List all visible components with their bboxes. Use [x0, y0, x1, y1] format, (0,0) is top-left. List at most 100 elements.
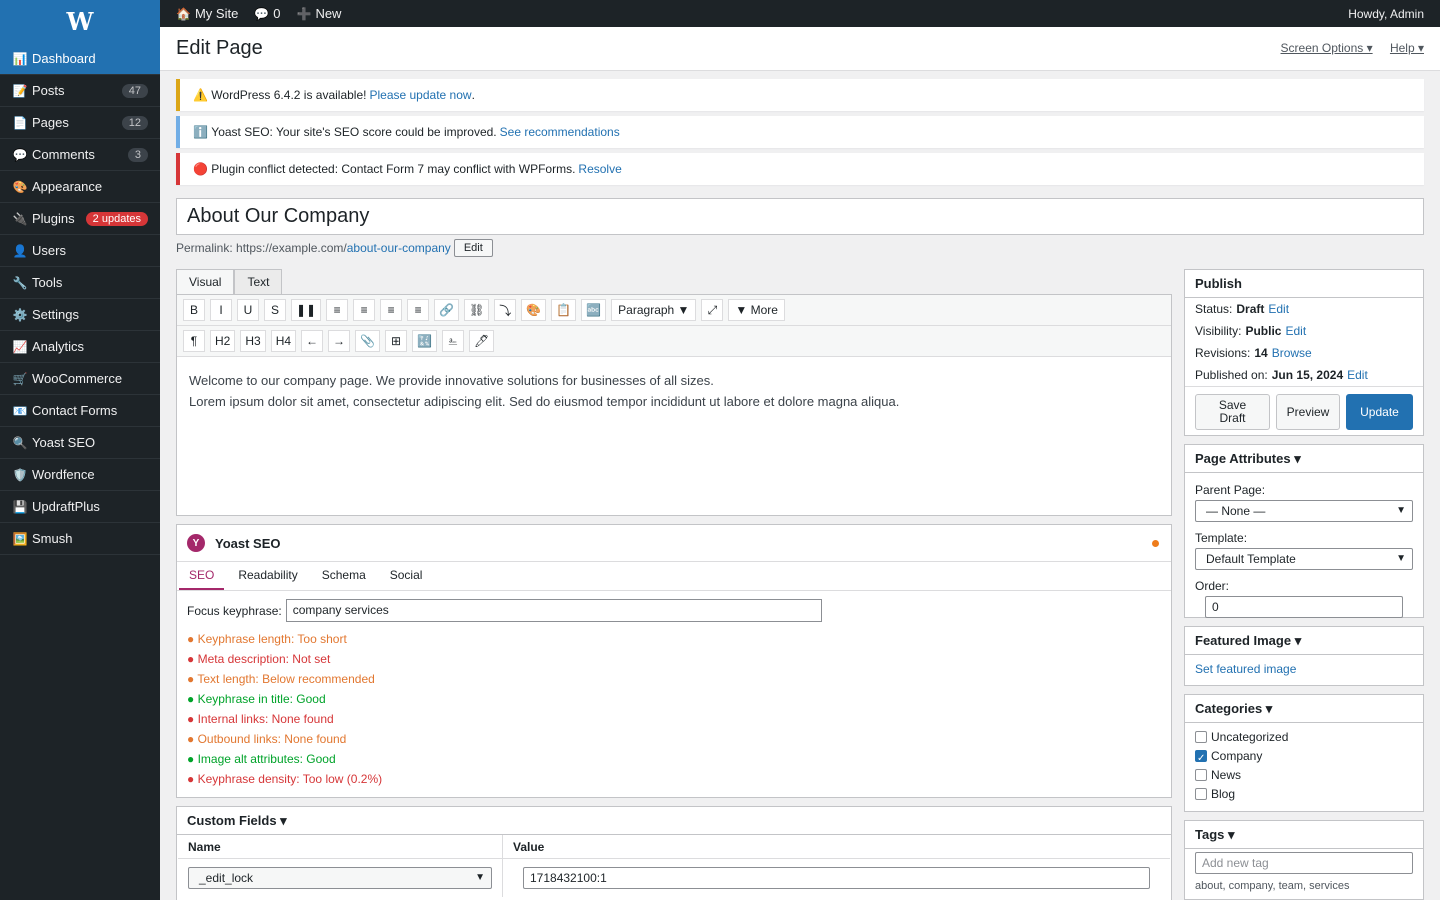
comments-link[interactable]: 💬 0	[254, 6, 280, 21]
spellcheck-icon[interactable]: 🔤	[581, 299, 607, 321]
fullscreen-icon[interactable]: ⤢	[701, 299, 724, 321]
screen-options-button[interactable]: Screen Options ▾	[1281, 41, 1373, 55]
align-right-button[interactable]: ≡	[380, 299, 403, 321]
update-now-link[interactable]: Please update now	[369, 88, 471, 102]
bold-button[interactable]: B	[183, 299, 205, 321]
attachment-icon[interactable]: 📎	[355, 330, 380, 352]
custom-fields-header[interactable]: Custom Fields ▾	[177, 807, 1171, 835]
sidebar-item-users[interactable]: 👤 Users	[0, 235, 160, 267]
tab-visual[interactable]: Visual	[176, 269, 235, 295]
sidebar-item-plugins[interactable]: 🔌 Plugins 2 updates	[0, 203, 160, 235]
yoast-tab-seo[interactable]: SEO	[179, 562, 225, 590]
horizontal-rule-icon[interactable]: ⎁	[441, 330, 464, 352]
header-links: Screen Options ▾ Help ▾	[1267, 41, 1424, 55]
save-draft-button[interactable]: Save Draft	[1195, 394, 1270, 430]
editor-content[interactable]: Welcome to our company page. We provide …	[177, 357, 1171, 425]
sidebar-item-label: Appearance	[32, 179, 103, 194]
account-menu[interactable]: Howdy, Admin	[1348, 7, 1424, 21]
revisions-browse-link[interactable]: Browse	[1272, 346, 1312, 360]
page-attributes-header[interactable]: Page Attributes ▾	[1185, 445, 1423, 473]
featured-image-header[interactable]: Featured Image ▾	[1185, 627, 1423, 655]
notice-update: ⚠️ WordPress 6.4.2 is available! Please …	[176, 79, 1424, 111]
yoast-tab-schema[interactable]: Schema	[312, 562, 376, 590]
sidebar-item-pages[interactable]: 📄 Pages 12	[0, 107, 160, 139]
help-button[interactable]: Help ▾	[1390, 41, 1424, 55]
parent-page-select[interactable]: — None — ▼	[1195, 500, 1413, 522]
sidebar-item-posts[interactable]: 📝 Posts 47	[0, 75, 160, 107]
custom-field-name-select[interactable]: _edit_lock ▼	[188, 867, 492, 889]
categories-header[interactable]: Categories ▾	[1185, 695, 1423, 723]
focus-keyphrase-input[interactable]: company services	[285, 599, 822, 622]
custom-field-value-input[interactable]: 1718432100:1	[523, 867, 1150, 889]
sidebar-item-settings[interactable]: ⚙️ Settings	[0, 299, 160, 331]
tab-text[interactable]: Text	[234, 269, 283, 295]
sidebar-item-woocommerce[interactable]: 🛒 WooCommerce	[0, 363, 160, 395]
preview-button[interactable]: Preview	[1276, 394, 1340, 430]
category-label: Company	[1211, 749, 1263, 763]
focus-keyphrase-row: Focus keyphrase: company services	[187, 599, 822, 622]
visibility-edit-link[interactable]: Edit	[1285, 324, 1306, 338]
order-input[interactable]: 0	[1205, 596, 1403, 618]
blockquote-button[interactable]: ❚❚	[291, 299, 322, 321]
permalink-edit-button[interactable]: Edit	[453, 239, 493, 257]
sidebar-item-smush[interactable]: 🖼️ Smush	[0, 523, 160, 555]
format-select[interactable]: Paragraph ▼	[611, 299, 697, 321]
post-title-input[interactable]: About Our Company	[176, 198, 1424, 235]
published-edit-link[interactable]: Edit	[1347, 368, 1368, 382]
category-checkbox[interactable]	[1195, 788, 1207, 800]
category-checkbox[interactable]	[1195, 731, 1207, 743]
site-link[interactable]: 🏠 My Site	[176, 6, 238, 21]
category-checkbox[interactable]	[1195, 769, 1207, 781]
h3-button[interactable]: H3	[240, 330, 266, 352]
insert-icon[interactable]: ⤵	[494, 299, 517, 321]
resolve-link[interactable]: Resolve	[578, 162, 621, 176]
wordpress-logo[interactable]: W	[0, 0, 160, 43]
sidebar-item-comments[interactable]: 💬 Comments 3	[0, 139, 160, 171]
underline-button[interactable]: U	[237, 299, 259, 321]
strikethrough-button[interactable]: S	[264, 299, 286, 321]
color-icon[interactable]: 🎨	[521, 299, 547, 321]
pen-icon[interactable]: 🖊	[468, 330, 495, 352]
sidebar-item-dashboard[interactable]: 📊 Dashboard	[0, 43, 160, 75]
notice-text: WordPress 6.4.2 is available!	[211, 88, 367, 102]
paste-icon[interactable]: 📋	[551, 299, 577, 321]
outdent-icon[interactable]: ←	[301, 330, 324, 352]
sidebar-item-yoast-seo[interactable]: 🔍 Yoast SEO	[0, 427, 160, 459]
new-content-link[interactable]: ➕ New	[296, 6, 341, 21]
permalink-slug[interactable]: about-our-company	[347, 241, 451, 255]
page-title: Edit Page	[176, 37, 263, 59]
tags-header[interactable]: Tags ▾	[1185, 821, 1423, 849]
set-featured-image-link[interactable]: Set featured image	[1195, 662, 1296, 676]
yoast-header[interactable]: Y Yoast SEO	[177, 525, 1171, 562]
paragraph-icon[interactable]: ¶	[183, 330, 205, 352]
sidebar-item-updraftplus[interactable]: 💾 UpdraftPlus	[0, 491, 160, 523]
link-icon[interactable]: 🔗	[434, 299, 460, 321]
unlink-icon[interactable]: ⛓	[464, 299, 490, 321]
align-left-button[interactable]: ≡	[326, 299, 349, 321]
indent-icon[interactable]: →	[328, 330, 351, 352]
special-char-icon[interactable]: 🔣	[411, 330, 437, 352]
align-center-button[interactable]: ≡	[353, 299, 376, 321]
yoast-tab-readability[interactable]: Readability	[228, 562, 307, 590]
h4-button[interactable]: H4	[270, 330, 297, 352]
more-toggle[interactable]: ▼ More	[728, 299, 785, 321]
sidebar-item-analytics[interactable]: 📈 Analytics	[0, 331, 160, 363]
table-icon[interactable]: ⊞	[384, 330, 407, 352]
custom-fields-box: Custom Fields ▾ Name Value _edit_lock ▼ …	[176, 806, 1172, 900]
h2-button[interactable]: H2	[210, 330, 236, 352]
template-label: Template:	[1195, 531, 1248, 545]
add-tag-input[interactable]: Add new tag	[1195, 852, 1413, 874]
italic-button[interactable]: I	[210, 299, 232, 321]
template-select[interactable]: Default Template ▼	[1195, 548, 1413, 570]
sidebar-item-wordfence[interactable]: 🛡️ Wordfence	[0, 459, 160, 491]
justify-button[interactable]: ≡	[407, 299, 430, 321]
category-checkbox[interactable]	[1195, 749, 1207, 768]
update-button[interactable]: Update	[1346, 394, 1413, 430]
sidebar-item-appearance[interactable]: 🎨 Appearance	[0, 171, 160, 203]
sidebar-item-tools[interactable]: 🔧 Tools	[0, 267, 160, 299]
status-edit-link[interactable]: Edit	[1268, 302, 1289, 316]
custom-fields-table: Name Value _edit_lock ▼ 1718432100:1	[178, 835, 1170, 897]
see-recommendations-link[interactable]: See recommendations	[500, 125, 620, 139]
yoast-tab-social[interactable]: Social	[380, 562, 433, 590]
sidebar-item-contact-forms[interactable]: 📧 Contact Forms	[0, 395, 160, 427]
